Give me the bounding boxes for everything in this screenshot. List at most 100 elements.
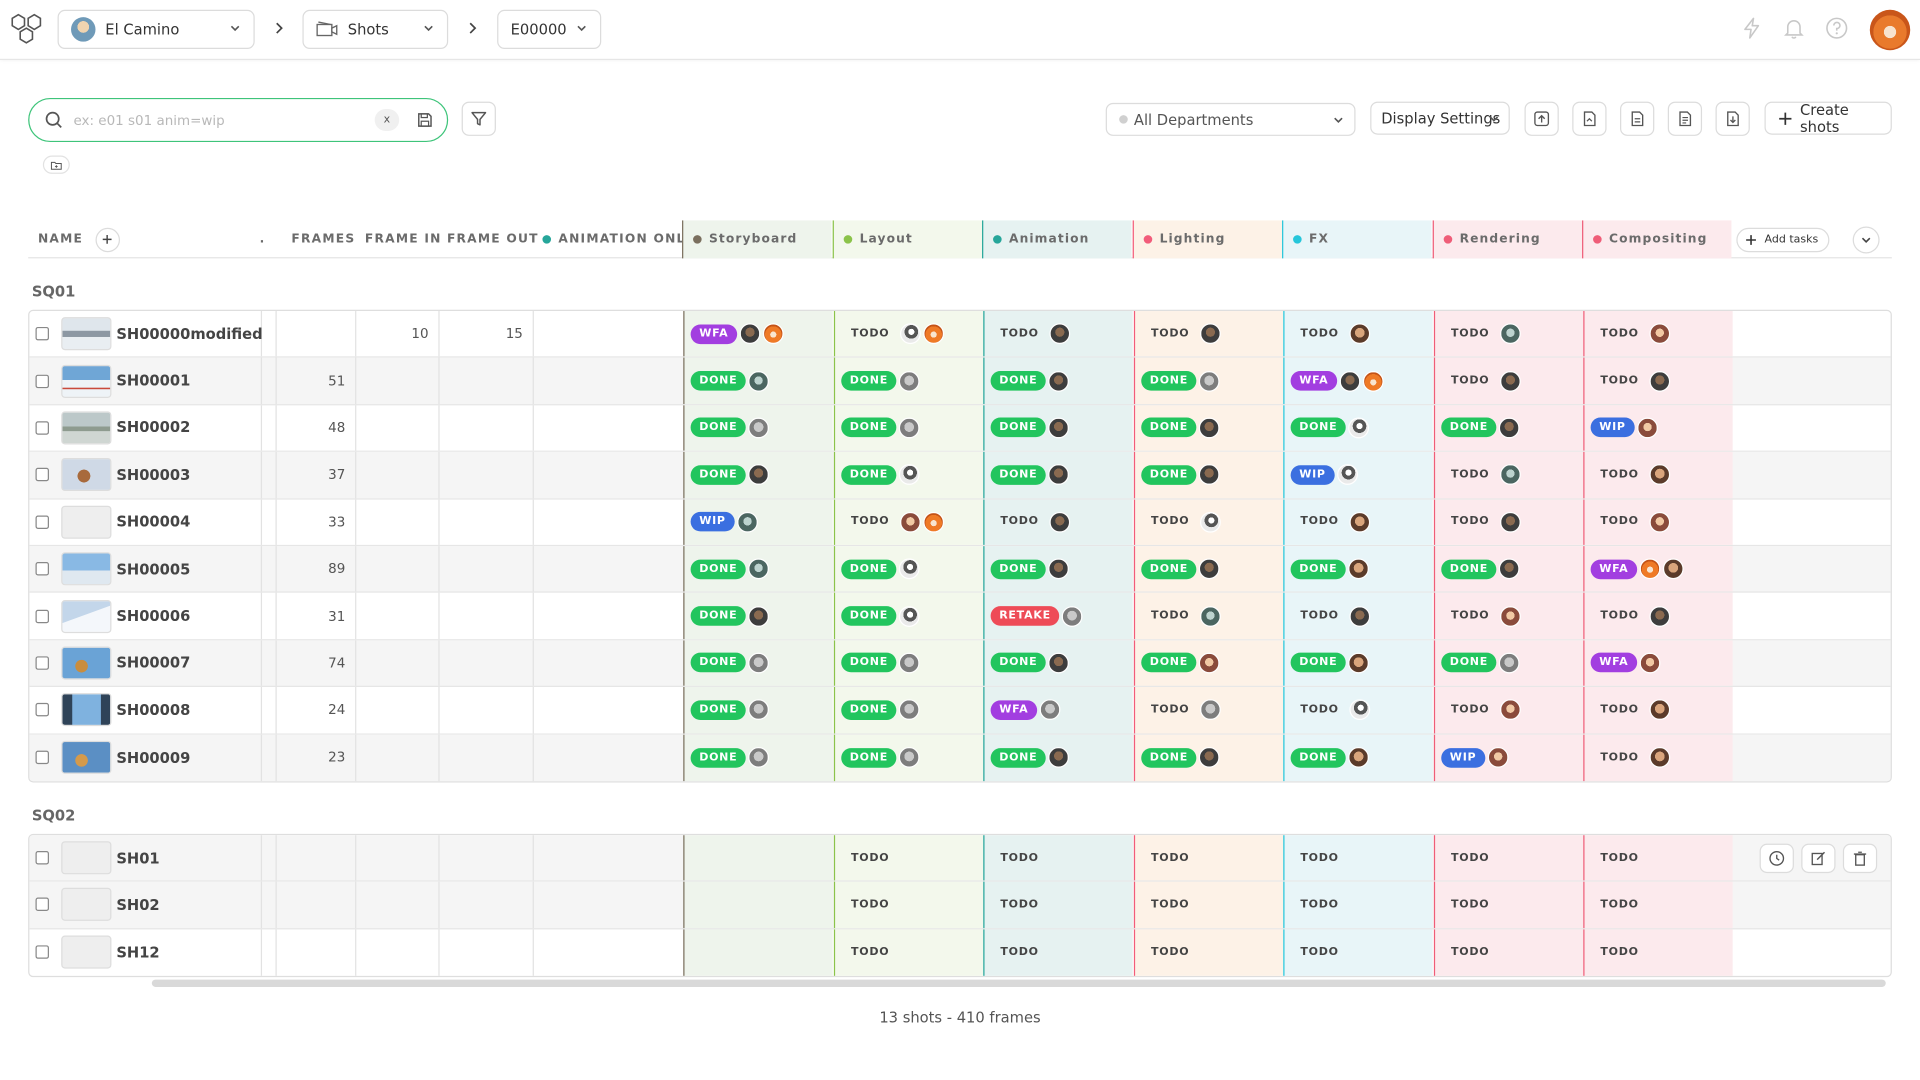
task-status-cell[interactable]: DONE xyxy=(983,405,1133,451)
task-status-cell[interactable]: DONE xyxy=(1133,358,1284,404)
shot-frame-in-cell[interactable]: 10 xyxy=(355,311,438,357)
task-status-cell[interactable]: TODO xyxy=(1283,499,1433,545)
task-status-cell[interactable]: TODO xyxy=(833,499,984,545)
task-status-cell[interactable]: TODO xyxy=(1133,311,1284,357)
shot-thumbnail[interactable] xyxy=(61,458,112,492)
task-status-cell[interactable]: TODO xyxy=(1433,687,1584,733)
kitsu-logo-icon[interactable] xyxy=(10,13,44,45)
row-checkbox[interactable] xyxy=(35,609,49,623)
task-status-cell[interactable]: TODO xyxy=(1433,593,1584,639)
task-status-cell[interactable]: TODO xyxy=(983,499,1133,545)
production-dropdown[interactable]: El Camino xyxy=(57,9,255,49)
task-status-cell[interactable]: TODO xyxy=(1283,687,1433,733)
task-status-cell[interactable]: DONE xyxy=(1283,734,1433,782)
edit-button[interactable] xyxy=(1801,843,1836,873)
task-status-cell[interactable]: TODO xyxy=(1283,929,1433,977)
shot-frames-cell[interactable]: 89 xyxy=(276,546,356,592)
task-status-cell[interactable]: TODO xyxy=(1583,834,1733,881)
shot-name[interactable]: SH00008 xyxy=(116,701,190,718)
shot-thumbnail[interactable] xyxy=(61,411,112,445)
shot-name[interactable]: SH00005 xyxy=(116,560,190,577)
shot-frame-out-cell[interactable] xyxy=(438,499,532,545)
column-header-frames[interactable]: FRAMES xyxy=(291,220,355,258)
task-status-cell[interactable]: TODO xyxy=(1433,929,1584,977)
row-checkbox[interactable] xyxy=(35,327,49,341)
task-status-cell[interactable]: TODO xyxy=(1433,882,1584,928)
section-dropdown[interactable]: Shots xyxy=(302,9,449,49)
task-status-cell[interactable]: TODO xyxy=(983,834,1133,881)
shot-name[interactable]: SH00003 xyxy=(116,466,190,483)
shot-frames-cell[interactable]: 31 xyxy=(276,593,356,639)
shot-frames-cell[interactable]: 23 xyxy=(276,734,356,781)
shot-row[interactable]: SH00003 37 DONE DONE DONE DONE WIP TODO TODO xyxy=(29,452,1891,500)
shot-name[interactable]: SH00002 xyxy=(116,419,190,436)
row-checkbox[interactable] xyxy=(35,750,49,765)
shot-thumbnail[interactable] xyxy=(61,741,112,775)
shot-frame-out-cell[interactable] xyxy=(438,687,532,733)
shot-thumbnail[interactable] xyxy=(61,317,112,351)
task-status-cell[interactable]: TODO xyxy=(1583,687,1733,733)
task-status-cell[interactable]: WFA xyxy=(1583,640,1733,686)
search-field[interactable]: ex: e01 s01 anim=wip x xyxy=(28,97,449,143)
task-status-cell[interactable]: DONE xyxy=(1283,640,1433,686)
shot-row[interactable]: SH00006 31 DONE DONE RETAKE TODO TODO TODO TODO xyxy=(29,593,1891,641)
shot-row[interactable]: SH00001 51 DONE DONE DONE DONE WFA TODO TODO xyxy=(29,358,1891,406)
shot-frame-in-cell[interactable] xyxy=(355,929,438,976)
download-button[interactable] xyxy=(1715,101,1750,136)
department-select[interactable]: All Departments xyxy=(1105,102,1356,136)
task-status-cell[interactable]: DONE xyxy=(1133,640,1284,686)
shot-frame-out-cell[interactable] xyxy=(438,929,532,976)
task-status-cell[interactable]: TODO xyxy=(983,311,1133,357)
task-status-cell[interactable]: DONE xyxy=(833,687,984,733)
shot-frame-out-cell[interactable] xyxy=(438,452,532,498)
shot-thumbnail[interactable] xyxy=(61,364,112,398)
shot-frame-in-cell[interactable] xyxy=(355,593,438,639)
task-status-cell[interactable]: TODO xyxy=(833,834,984,881)
task-status-cell[interactable]: DONE xyxy=(833,358,984,404)
task-status-cell[interactable]: TODO xyxy=(1433,499,1584,545)
task-status-cell[interactable]: DONE xyxy=(983,546,1133,592)
task-status-cell[interactable]: TODO xyxy=(1133,882,1284,928)
task-status-cell[interactable]: TODO xyxy=(1583,593,1733,639)
collapse-columns-button[interactable] xyxy=(1852,225,1880,253)
delete-button[interactable] xyxy=(1842,843,1878,873)
task-status-cell[interactable]: TODO xyxy=(1583,499,1733,545)
create-shots-button[interactable]: Create shots xyxy=(1764,101,1892,135)
task-status-cell[interactable]: DONE xyxy=(683,687,833,733)
shot-frame-out-cell[interactable] xyxy=(438,405,532,451)
shot-thumbnail[interactable] xyxy=(61,888,112,922)
task-status-cell[interactable]: DONE xyxy=(1283,546,1433,592)
edl-import-button[interactable] xyxy=(1572,101,1607,136)
user-avatar[interactable] xyxy=(1869,9,1911,51)
column-header-animation-only[interactable]: ANIMATION ONLY xyxy=(542,220,693,258)
shot-frame-out-cell[interactable]: 15 xyxy=(438,311,532,357)
shot-thumbnail[interactable] xyxy=(61,935,112,970)
shot-row[interactable]: SH00009 23 DONE DONE DONE DONE DONE WIP TODO xyxy=(29,734,1891,782)
shot-row[interactable]: SH00002 48 DONE DONE DONE DONE DONE DONE WIP xyxy=(29,405,1891,453)
task-status-cell[interactable]: TODO xyxy=(1283,593,1433,639)
task-status-cell[interactable]: DONE xyxy=(683,452,833,498)
task-status-cell[interactable]: DONE xyxy=(983,358,1133,404)
add-column-button[interactable] xyxy=(95,227,120,252)
task-status-cell[interactable]: TODO xyxy=(1283,834,1433,881)
row-checkbox[interactable] xyxy=(35,945,49,960)
shot-frames-cell[interactable] xyxy=(276,835,356,881)
row-checkbox[interactable] xyxy=(35,562,49,576)
shot-name[interactable]: SH00007 xyxy=(116,654,190,671)
add-tasks-button[interactable]: Add tasks xyxy=(1736,227,1830,252)
shot-row[interactable]: SH00007 74 DONE DONE DONE DONE DONE DONE WFA xyxy=(29,640,1891,688)
task-status-cell[interactable]: TODO xyxy=(1433,358,1584,404)
task-status-cell[interactable]: DONE xyxy=(683,405,833,451)
shot-frame-out-cell[interactable] xyxy=(438,546,532,592)
shot-frame-in-cell[interactable] xyxy=(355,499,438,545)
task-status-cell[interactable]: DONE xyxy=(1133,734,1284,782)
task-status-cell[interactable]: WFA xyxy=(683,311,833,357)
task-status-cell[interactable]: DONE xyxy=(1433,546,1584,592)
shot-thumbnail[interactable] xyxy=(61,599,112,633)
shot-name[interactable]: SH02 xyxy=(116,896,159,913)
shot-frame-out-cell[interactable] xyxy=(438,835,532,881)
task-status-cell[interactable]: TODO xyxy=(1133,834,1284,881)
shot-frame-in-cell[interactable] xyxy=(355,734,438,781)
task-status-cell[interactable]: TODO xyxy=(1133,687,1284,733)
task-status-cell[interactable]: DONE xyxy=(833,405,984,451)
